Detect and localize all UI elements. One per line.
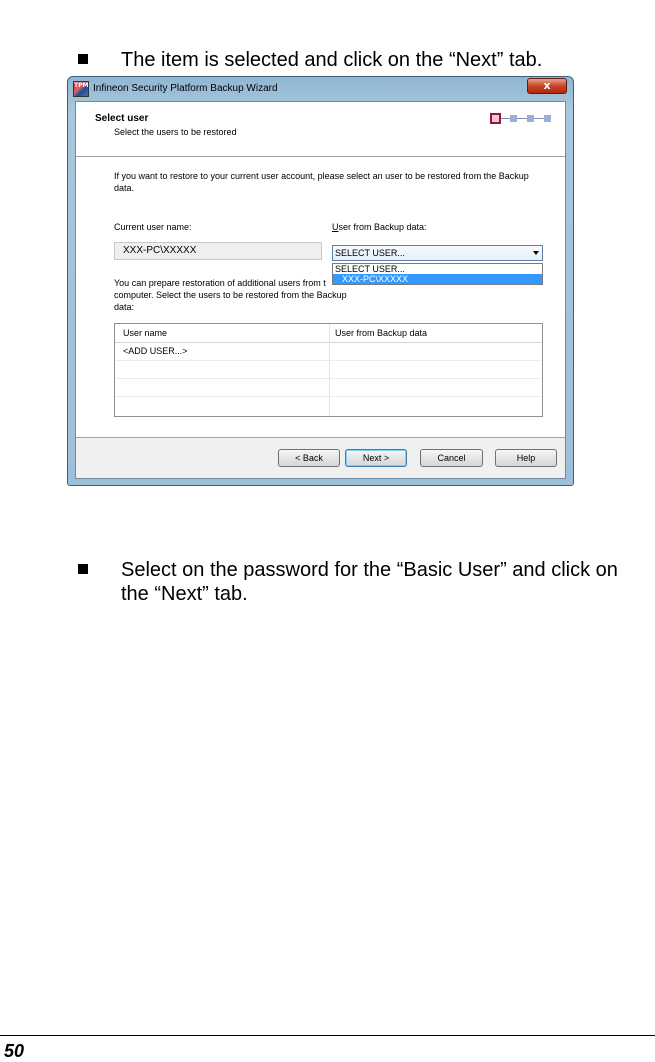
intro-text: If you want to restore to your current u… [114,171,529,193]
instruction-text: Select on the password for the “Basic Us… [121,559,618,605]
current-user-field: XXX-PC\XXXXX [114,242,322,260]
wizard-client-area: Select user Select the users to be resto… [75,101,566,479]
chevron-down-icon[interactable] [533,251,539,255]
backup-user-select-value: SELECT USER... [335,248,405,258]
instruction-text: The item is selected and click on the “N… [121,49,543,71]
step-icon [544,115,551,122]
step-connector [517,118,527,119]
close-button[interactable]: x [527,78,567,94]
additional-text-line: computer. Select the users to be restore… [114,290,347,312]
next-button[interactable]: Next > [345,449,407,467]
additional-text-line: You can prepare restoration of additiona… [114,278,326,288]
page-subtitle: Select the users to be restored [114,127,237,137]
back-button[interactable]: < Back [278,449,340,467]
step-icon [527,115,534,122]
backup-user-select[interactable]: SELECT USER... [332,245,543,261]
cancel-button[interactable]: Cancel [420,449,483,467]
user-mapping-table: User name User from Backup data <ADD USE… [114,323,543,417]
footer-divider [0,1035,655,1036]
bullet-marker [78,54,88,64]
bullet-marker [78,564,88,574]
table-cell: <ADD USER...> [123,346,188,356]
table-row[interactable] [115,361,542,379]
current-user-label: Current user name: [114,222,192,232]
step-progress-indicator [490,113,556,125]
table-row[interactable] [115,397,542,414]
tpm-app-icon: TPM [73,81,89,97]
additional-users-text: You can prepare restoration of additiona… [114,277,364,313]
wizard-header: Select user Select the users to be resto… [76,102,565,157]
column-header-user-name[interactable]: User name [123,328,167,338]
help-button[interactable]: Help [495,449,557,467]
window-title: Infineon Security Platform Backup Wizard [93,83,278,94]
backup-wizard-window: TPM Infineon Security Platform Backup Wi… [67,76,574,486]
column-header-backup-user[interactable]: User from Backup data [335,328,427,338]
step-connector [501,118,510,119]
dropdown-option-selected[interactable]: XXX-PC\XXXXX [333,274,542,284]
backup-user-dropdown-list: SELECT USER... XXX-PC\XXXXX [332,263,543,285]
step-connector [534,118,544,119]
dropdown-option[interactable]: SELECT USER... [333,264,542,274]
wizard-body: If you want to restore to your current u… [76,157,565,439]
table-row[interactable]: <ADD USER...> [115,343,542,361]
title-bar[interactable]: TPM Infineon Security Platform Backup Wi… [68,77,573,101]
step-current-icon [490,113,501,124]
step-icon [510,115,517,122]
page-number: 50 [4,1041,25,1061]
page-title: Select user [95,113,149,124]
backup-user-label: User from Backup data: [332,222,427,232]
wizard-button-bar: < Back Next > Cancel Help [76,437,565,478]
table-row[interactable] [115,379,542,397]
